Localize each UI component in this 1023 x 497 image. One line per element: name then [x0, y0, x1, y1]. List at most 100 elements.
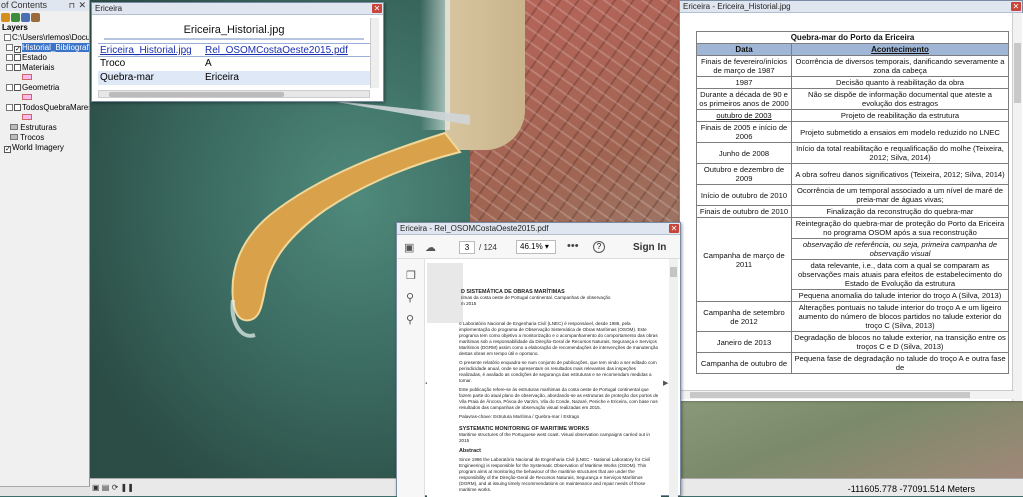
next-page-arrow[interactable]: ▶ — [663, 379, 668, 387]
scroll-thumb[interactable] — [670, 267, 677, 277]
pdf-titlebar[interactable]: Ericeira - Rel_OSOMCostaOeste2015.pdf ✕ — [397, 223, 680, 235]
search-icon[interactable]: ⚲ — [406, 313, 414, 326]
cell-event: Projeto de reabilitação da estrutura — [791, 109, 1009, 122]
zoom-value: 46.1% — [520, 242, 543, 251]
column-header-label: Acontecimento — [871, 45, 929, 54]
close-icon[interactable]: ✕ — [1011, 2, 1021, 11]
vertical-scrollbar[interactable] — [669, 259, 678, 497]
more-options-button[interactable]: ••• — [567, 240, 579, 252]
layer-label-todosquebramares: TodosQuebraMares — [22, 103, 89, 112]
layer-checkbox-checked[interactable]: ✓ — [14, 46, 21, 53]
image-viewer-window[interactable]: Ericeira - Ericeira_Historial.jpg ✕ Queb… — [679, 0, 1023, 401]
collapse-icon[interactable] — [6, 64, 13, 71]
raster-icon — [10, 134, 18, 140]
pdf-viewer-window[interactable]: Ericeira - Rel_OSOMCostaOeste2015.pdf ✕ … — [396, 222, 681, 497]
popup-titlebar[interactable]: Ericeira ✕ — [92, 3, 383, 15]
collapse-icon[interactable] — [4, 34, 11, 41]
popup-title: Ericeira — [95, 4, 123, 13]
table-row: 1987 Decisão quanto à reabilitação da obr… — [696, 76, 1009, 89]
cell-event: Ocorrência de diversos temporais, danifi… — [791, 55, 1009, 77]
help-icon[interactable]: ? — [593, 241, 605, 253]
list-by-drawing-order-icon[interactable] — [1, 12, 10, 22]
save-icon[interactable]: ▣ — [404, 241, 414, 254]
identify-popup-window[interactable]: Ericeira ✕ Ericeira_Historial.jpg Ericei… — [91, 2, 384, 102]
layer-todosquebramares[interactable]: TodosQuebraMares — [0, 103, 89, 113]
layer-checkbox[interactable] — [14, 104, 21, 111]
data-frame-path[interactable]: C:\Users\rlemos\Docum... — [0, 33, 89, 43]
expand-icon[interactable] — [6, 44, 13, 51]
table-row: Campanha de março de 2011 Reintegração do… — [696, 217, 1009, 302]
cell-date: Finais de fevereiro/inícios de março de … — [696, 55, 792, 77]
collapse-icon[interactable] — [6, 104, 13, 111]
upload-cloud-icon[interactable]: ☁ — [425, 241, 436, 254]
pages-icon[interactable]: ❐ — [406, 269, 416, 282]
layer-geometria[interactable]: Geometria — [0, 83, 89, 93]
cell-event: Pequena anomalia do talude interior do t… — [791, 289, 1009, 302]
layer-materiais[interactable]: Materiais — [0, 63, 89, 73]
layer-checkbox-checked[interactable]: ✓ — [4, 146, 11, 153]
collapse-icon[interactable] — [6, 84, 13, 91]
vertical-scrollbar[interactable] — [370, 18, 379, 88]
pdf-abstract-heading: Abstract — [459, 448, 481, 454]
cell-event: Pequena fase de degradação no talude do … — [791, 352, 1009, 374]
cell-event: observação de referência, ou seja, prime… — [791, 238, 1009, 260]
attachment-link-historial[interactable]: Ericeira_Historial.jpg — [100, 45, 192, 56]
page-number-input[interactable]: 3 — [459, 241, 475, 254]
close-icon[interactable]: ✕ — [669, 224, 679, 233]
layer-checkbox[interactable] — [14, 54, 21, 61]
cell-event: Não se dispõe de informação documental q… — [791, 88, 1009, 110]
table-row: Janeiro de 2013 Degradação de blocos no t… — [696, 331, 1009, 353]
layer-historial[interactable]: ✓Historial_Bibliografia — [0, 43, 89, 53]
scroll-thumb[interactable] — [1014, 43, 1021, 103]
cell-event: Decisão quanto à reabilitação da obra — [791, 76, 1009, 89]
pdf-paragraph: O presente relatório enquadra-se num con… — [459, 360, 657, 383]
pin-icon[interactable]: ⊓ — [69, 0, 75, 11]
pdf-side-toolbar: ❐ ⚲ ⚲ — [397, 259, 425, 497]
scroll-thumb[interactable] — [109, 92, 284, 97]
layers-label: Layers — [2, 23, 28, 32]
attachment-link-pdf[interactable]: Rel_OSOMCostaOeste2015.pdf — [205, 45, 348, 56]
layer-checkbox[interactable] — [14, 84, 21, 91]
list-by-visibility-icon[interactable] — [21, 12, 30, 22]
layer-label-historial: Historial_Bibliografia — [22, 43, 89, 52]
pdf-paragraph: o Laboratório Nacional de Engenharia Civ… — [459, 321, 659, 356]
table-row: Campanha de setembro de 2012 Alterações p… — [696, 301, 1009, 332]
legend-swatch-materiais — [0, 73, 89, 83]
table-of-contents-panel: of Contents ⊓ ✕ Layers C:\Users\rlemos\D… — [0, 0, 90, 496]
cell-event: Projeto submetido a ensaios em modelo re… — [791, 121, 1009, 143]
layout-view-controls[interactable]: ▣ ▤ ⟳ ❚❚ — [92, 483, 134, 492]
symbol-swatch — [22, 94, 32, 100]
close-icon[interactable]: ✕ — [78, 0, 86, 11]
horizontal-scrollbar[interactable] — [680, 390, 1014, 399]
scroll-thumb[interactable] — [690, 392, 970, 398]
cell-event: Alterações pontuais no talude interior d… — [791, 301, 1009, 332]
cell-event: Finalização da reconstrução do quebra-ma… — [791, 205, 1009, 218]
table-row: Finais de 2005 e início de 2006 Projeto s… — [696, 121, 1009, 143]
column-header-data: Data — [696, 43, 792, 56]
layer-estruturas[interactable]: Estruturas — [0, 123, 89, 133]
horizontal-scrollbar[interactable] — [98, 90, 370, 98]
layer-estado[interactable]: Estado — [0, 53, 89, 63]
layer-checkbox[interactable] — [14, 64, 21, 71]
historial-titlebar[interactable]: Ericeira - Ericeira_Historial.jpg ✕ — [680, 1, 1022, 13]
expand-icon[interactable] — [6, 54, 13, 61]
list-by-source-icon[interactable] — [11, 12, 20, 22]
cell-date: Janeiro de 2013 — [696, 331, 792, 353]
close-icon[interactable]: ✕ — [372, 4, 382, 13]
zoom-select[interactable]: 46.1% ▾ — [516, 240, 556, 254]
table-row: Finais de outubro de 2010 Finalização da … — [696, 205, 1009, 218]
symbol-swatch — [22, 114, 32, 120]
layer-label-estruturas: Estruturas — [20, 123, 57, 132]
cell-event: Degradação de blocos no talude exterior,… — [791, 331, 1009, 353]
attachment-icon[interactable]: ⚲ — [406, 291, 414, 304]
layer-trocos[interactable]: Trocos — [0, 133, 89, 143]
list-by-selection-icon[interactable] — [31, 12, 40, 22]
layer-world-imagery[interactable]: ✓World Imagery — [0, 143, 89, 153]
vertical-scrollbar[interactable] — [1012, 13, 1022, 401]
toc-bottom-bar — [0, 486, 90, 496]
layer-label-materiais: Materiais — [22, 63, 55, 72]
layers-header[interactable]: Layers — [0, 23, 89, 33]
sign-in-button[interactable]: Sign In — [633, 242, 666, 253]
legend-swatch-geometria — [0, 93, 89, 103]
field-value: Ericeira — [205, 72, 239, 83]
